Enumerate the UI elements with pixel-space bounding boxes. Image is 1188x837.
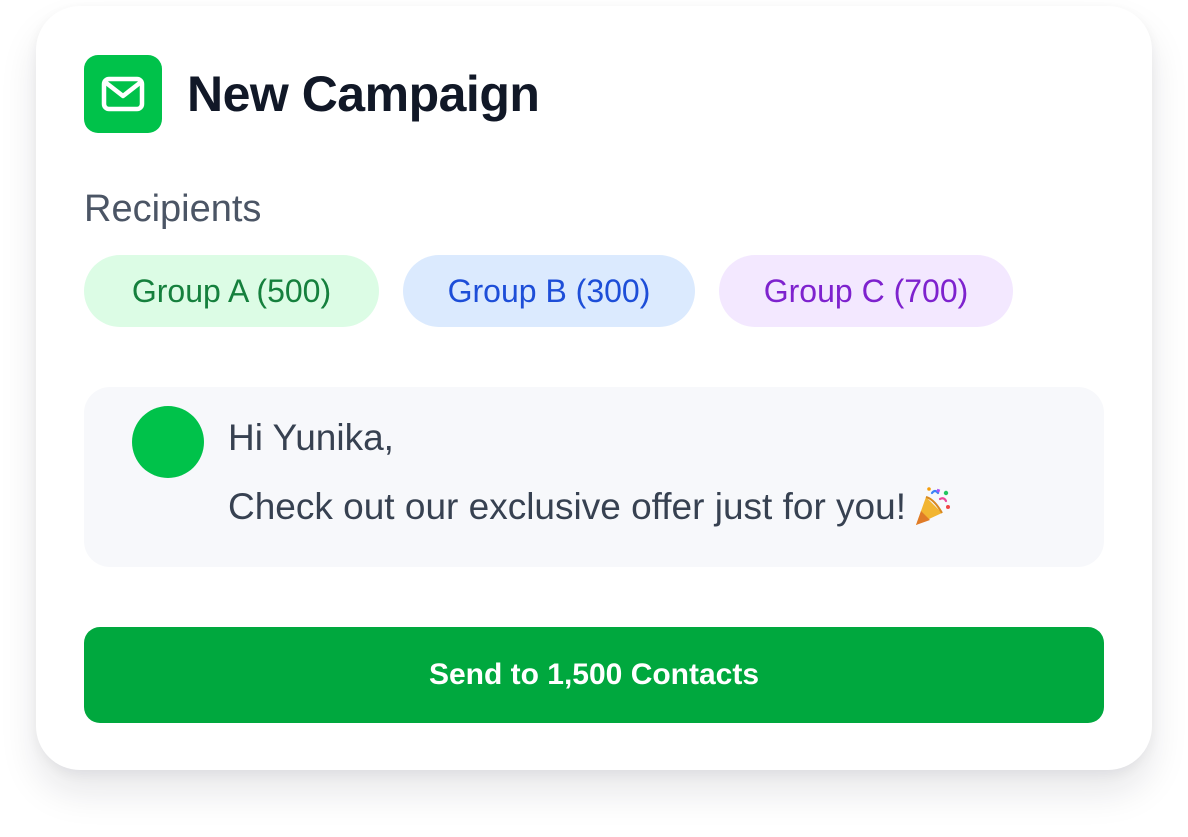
message-greeting: Hi Yunika, <box>228 417 394 458</box>
group-b-chip[interactable]: Group B (300) <box>403 255 695 327</box>
message-preview: Hi Yunika, Check out our exclusive offer… <box>84 387 1104 567</box>
party-popper-icon <box>910 485 954 529</box>
send-button[interactable]: Send to 1,500 Contacts <box>84 627 1104 723</box>
recipients-label: Recipients <box>84 188 262 230</box>
page-title: New Campaign <box>187 66 540 122</box>
mail-icon <box>84 55 162 133</box>
campaign-card: New Campaign Recipients Group A (500) Gr… <box>36 6 1152 770</box>
message-body-text: Check out our exclusive offer just for y… <box>228 486 906 527</box>
campaign-header: New Campaign <box>84 55 540 133</box>
avatar <box>132 406 204 478</box>
group-a-chip[interactable]: Group A (500) <box>84 255 379 327</box>
recipient-groups: Group A (500) Group B (300) Group C (700… <box>84 255 1037 327</box>
group-c-chip[interactable]: Group C (700) <box>719 255 1013 327</box>
message-body: Check out our exclusive offer just for y… <box>228 485 954 529</box>
